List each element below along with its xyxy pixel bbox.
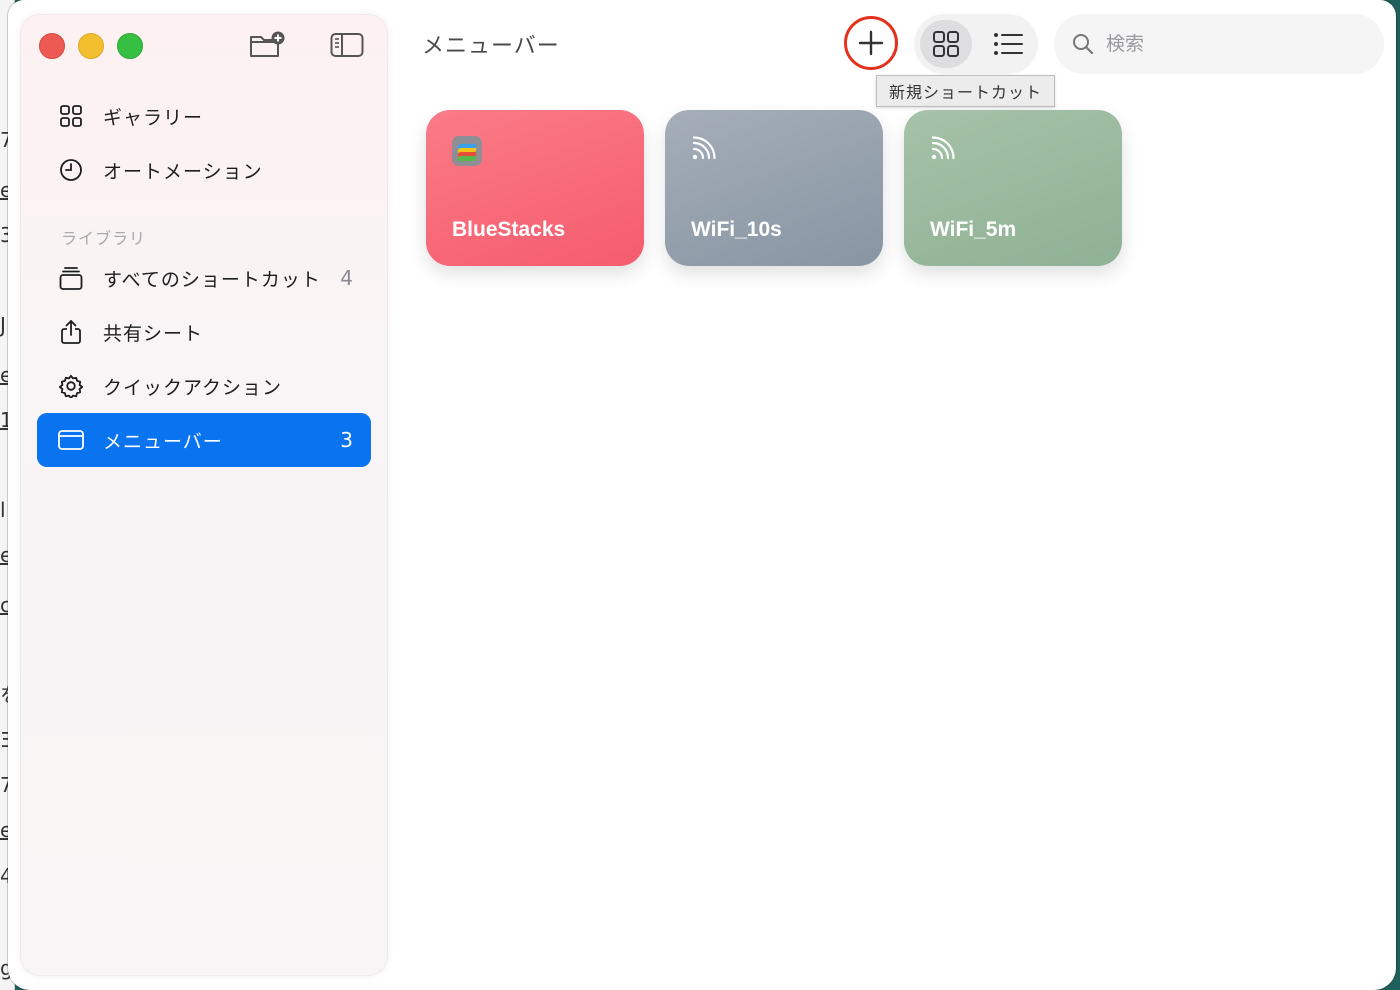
grid-view-button[interactable] (920, 20, 972, 68)
sidebar-item-label: クイックアクション (103, 376, 283, 399)
shortcut-title: WiFi_10s (691, 218, 782, 241)
sidebar-item-all-shortcuts[interactable]: すべてのショートカット 4 (37, 251, 371, 305)
bluestacks-app-icon (452, 136, 482, 166)
share-icon (57, 318, 85, 346)
item-count: 4 (340, 266, 353, 290)
sidebar-item-share-sheet[interactable]: 共有シート (37, 305, 371, 359)
view-mode-segmented-control (914, 14, 1038, 74)
sidebar-item-quick-actions[interactable]: クイックアクション (37, 359, 371, 413)
sidebar-item-label: ギャラリー (103, 106, 204, 129)
shortcut-card-wifi-10s[interactable]: WiFi_10s (665, 110, 883, 266)
search-icon (1072, 33, 1094, 55)
item-count: 3 (340, 428, 353, 452)
toggle-sidebar-button[interactable] (329, 29, 365, 61)
sidebar-item-menu-bar[interactable]: メニューバー 3 (37, 413, 371, 467)
new-shortcut-tooltip: 新規ショートカット (876, 75, 1056, 107)
sidebar: ギャラリー オートメーション ライブラリ すべてのショートカット 4 共有シート… (20, 14, 388, 976)
folder-plus-icon (250, 31, 285, 57)
search-input[interactable] (1104, 32, 1348, 56)
shortcuts-window: ギャラリー オートメーション ライブラリ すべてのショートカット 4 共有シート… (8, 0, 1396, 990)
plus-icon (858, 30, 884, 56)
grid-icon (933, 31, 959, 57)
sidebar-icon (330, 33, 364, 57)
shortcut-card-bluestacks[interactable]: BlueStacks (426, 110, 644, 266)
sidebar-item-gallery[interactable]: ギャラリー (37, 89, 371, 143)
list-icon (994, 33, 1023, 55)
page-title: メニューバー (422, 34, 560, 59)
shortcut-title: BlueStacks (452, 218, 566, 241)
menubar-icon (57, 426, 85, 454)
close-window-button[interactable] (39, 33, 65, 59)
sidebar-item-label: 共有シート (103, 322, 204, 345)
new-folder-button[interactable] (249, 29, 285, 61)
minimize-window-button[interactable] (78, 33, 104, 59)
sidebar-item-label: すべてのショートカット (103, 268, 321, 291)
stack-icon (57, 264, 85, 292)
sidebar-item-label: メニューバー (103, 430, 223, 453)
list-view-button[interactable] (982, 20, 1034, 68)
zoom-window-button[interactable] (117, 33, 143, 59)
shortcut-card-wifi-5m[interactable]: WiFi_5m (904, 110, 1122, 266)
section-label-library: ライブラリ (61, 229, 147, 248)
wifi-signal-icon (930, 136, 960, 166)
sidebar-item-automation[interactable]: オートメーション (37, 143, 371, 197)
gear-icon (57, 372, 85, 400)
grid-icon (57, 102, 85, 130)
clock-icon (57, 156, 85, 184)
new-shortcut-button[interactable] (844, 16, 898, 70)
sidebar-item-label: オートメーション (103, 160, 263, 183)
shortcut-title: WiFi_5m (930, 218, 1017, 241)
wifi-signal-icon (691, 136, 721, 166)
search-field[interactable] (1054, 14, 1384, 74)
